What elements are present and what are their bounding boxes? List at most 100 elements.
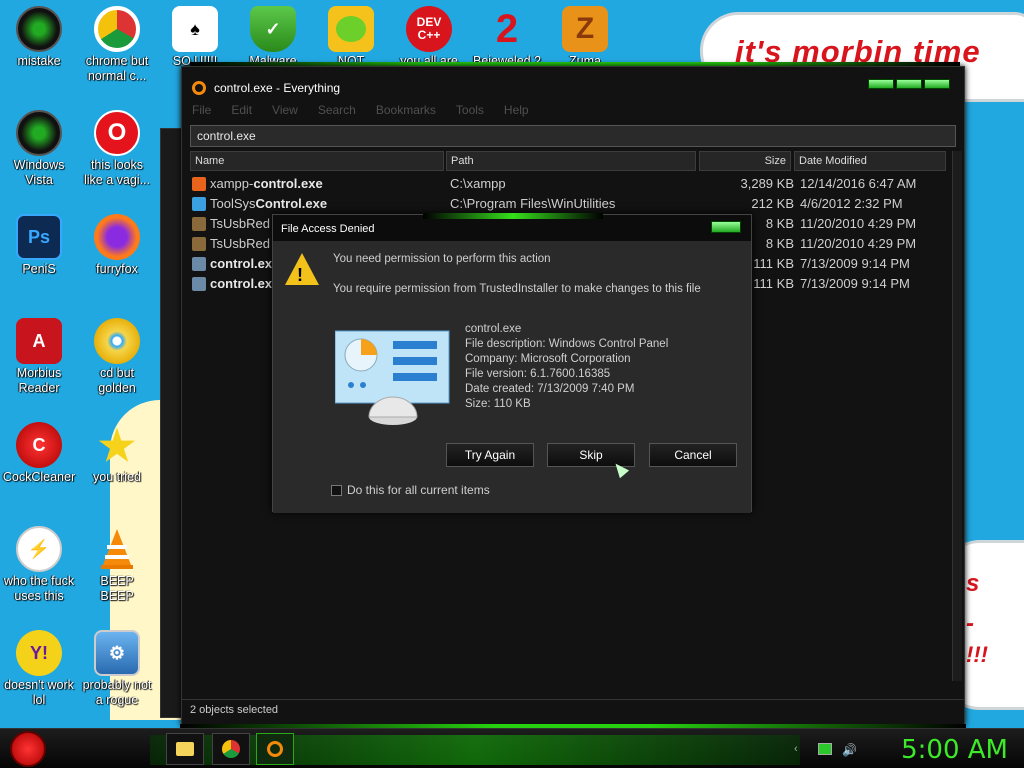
- playing-card-icon: ♠: [172, 6, 218, 52]
- column-header-date[interactable]: Date Modified: [794, 151, 946, 171]
- desktop-icon-chrome[interactable]: chrome but normal c...: [78, 6, 156, 84]
- column-header-size[interactable]: Size: [699, 151, 791, 171]
- desktop-icon-you-tried[interactable]: ★ you tried: [78, 422, 156, 485]
- result-row[interactable]: ToolSysControl.exe C:\Program Files\WinU…: [190, 194, 958, 214]
- gear-monitor-icon: ⚙: [94, 630, 140, 676]
- desktop-icon-cd-golden[interactable]: cd but golden: [78, 318, 156, 396]
- desktop-icon-dev-cpp[interactable]: DEV C++ you all are: [390, 6, 468, 69]
- row-name: control.ex: [210, 256, 272, 271]
- dialog-message: You need permission to perform this acti…: [333, 253, 551, 265]
- desktop-icon-doesnt-work[interactable]: Y! doesn't work lol: [0, 630, 78, 708]
- file-access-denied-dialog[interactable]: File Access Denied ! You need permission…: [272, 213, 752, 513]
- control-panel-icon: [334, 329, 451, 425]
- menu-bookmarks[interactable]: Bookmarks: [376, 103, 436, 117]
- desktop-icon-probably-not-rogue[interactable]: ⚙ probably not a rogue: [78, 630, 156, 708]
- icon-label: mistake: [17, 54, 61, 68]
- row-size: 8 KB: [765, 216, 794, 231]
- desktop-icon-cockcleaner[interactable]: C CockCleaner: [0, 422, 78, 485]
- do-for-all-checkbox[interactable]: [331, 485, 342, 496]
- green-orb-icon: [16, 6, 62, 52]
- menu-bar: File Edit View Search Bookmarks Tools He…: [192, 103, 529, 117]
- window-titlebar[interactable]: control.exe - Everything: [192, 77, 340, 99]
- desktop-icon-mistake[interactable]: mistake: [0, 6, 78, 69]
- warning-exclamation: !: [297, 265, 303, 285]
- row-name: ToolSysControl.exe: [210, 196, 327, 211]
- file-description: File description: Windows Control Panel: [465, 338, 669, 350]
- minimize-button[interactable]: [868, 79, 894, 89]
- desktop-icon-bejeweled[interactable]: 2 Bejeweled 2: [468, 6, 546, 69]
- taskbar-everything-button[interactable]: [256, 733, 294, 765]
- shield-icon: ✓: [250, 6, 296, 52]
- desktop-icon-who-uses-this[interactable]: ⚡ who the fuck uses this: [0, 526, 78, 604]
- file-company: Company: Microsoft Corporation: [465, 353, 631, 365]
- dialog-accent: [423, 213, 603, 219]
- start-button-angry-bird-icon[interactable]: [10, 731, 46, 767]
- window-controls: [868, 79, 950, 89]
- desktop-icon-vlc[interactable]: BEEP BEEP: [78, 526, 156, 604]
- desktop-icon-photoshop[interactable]: Ps PeniS: [0, 214, 78, 277]
- vertical-scrollbar[interactable]: [952, 151, 962, 681]
- menu-edit[interactable]: Edit: [231, 103, 252, 117]
- name-prefix: ToolSys: [210, 196, 256, 211]
- desktop-icon-so-u[interactable]: ♠ SO U!!!!: [156, 6, 234, 69]
- desktop-icon-opera[interactable]: O this looks like a vagi...: [78, 110, 156, 188]
- desktop-icon-windows-vista[interactable]: Windows Vista: [0, 110, 78, 188]
- volume-icon[interactable]: 🔊: [842, 743, 857, 757]
- column-header-name[interactable]: Name: [190, 151, 444, 171]
- desktop-icon-malware[interactable]: ✓ Malware: [234, 6, 312, 69]
- close-button[interactable]: [924, 79, 950, 89]
- row-date: 12/14/2016 6:47 AM: [800, 176, 917, 191]
- dialog-close-button[interactable]: [711, 221, 741, 233]
- bejeweled-icon: 2: [495, 6, 519, 51]
- traffic-cone-icon: [94, 526, 140, 572]
- file-version: File version: 6.1.7600.16385: [465, 368, 611, 380]
- background-window-edge: [160, 128, 182, 718]
- maximize-button[interactable]: [896, 79, 922, 89]
- icon-label: Windows Vista: [13, 158, 65, 187]
- zuma-icon: Z: [562, 6, 608, 52]
- desktop-icon-zuma[interactable]: Z Zuma: [546, 6, 624, 69]
- angry-pig-icon: [328, 6, 374, 52]
- folder-icon: [176, 742, 194, 756]
- menu-search[interactable]: Search: [318, 103, 356, 117]
- xampp-icon: [192, 177, 206, 191]
- search-magnifier-icon: [267, 741, 283, 757]
- search-input[interactable]: control.exe: [190, 125, 956, 147]
- name-prefix: xampp-: [210, 176, 254, 191]
- icon-label: probably not a rogue: [82, 678, 152, 707]
- taskbar: ‹ 🔊 5:00 AM: [0, 728, 1024, 768]
- menu-view[interactable]: View: [272, 103, 298, 117]
- icon-label: Morbius Reader: [16, 366, 62, 395]
- file-size: Size: 110 KB: [465, 398, 531, 410]
- search-magnifier-icon: [192, 81, 206, 95]
- taskbar-clock[interactable]: 5:00 AM: [901, 735, 1008, 765]
- chrome-icon: [222, 740, 240, 758]
- desktop-icon-morbius-reader[interactable]: A Morbius Reader: [0, 318, 78, 396]
- menu-help[interactable]: Help: [504, 103, 529, 117]
- tray-chevron-icon[interactable]: ‹: [794, 743, 808, 755]
- row-size: 212 KB: [751, 196, 794, 211]
- taskbar-chrome-button[interactable]: [212, 733, 250, 765]
- desktop-icon-furryfox[interactable]: furryfox: [78, 214, 156, 277]
- row-size: 111 KB: [753, 256, 794, 271]
- dialog-detail: You require permission from TrustedInsta…: [333, 283, 701, 295]
- lightning-icon: ⚡: [16, 526, 62, 572]
- row-date: 7/13/2009 9:14 PM: [800, 256, 910, 271]
- chrome-icon: [94, 6, 140, 52]
- name-match: Control.exe: [255, 196, 328, 211]
- icon-label: this looks like a vagi...: [83, 158, 150, 187]
- opera-icon: O: [94, 110, 140, 156]
- yahoo-messenger-icon: Y!: [16, 630, 62, 676]
- cancel-button[interactable]: Cancel: [649, 443, 737, 467]
- column-header-path[interactable]: Path: [446, 151, 696, 171]
- network-icon[interactable]: [818, 743, 832, 755]
- icon-label: cd but golden: [98, 366, 136, 395]
- menu-tools[interactable]: Tools: [456, 103, 484, 117]
- result-row[interactable]: xampp-control.exe C:\xampp 3,289 KB 12/1…: [190, 174, 958, 194]
- dev-cpp-icon: DEV C++: [406, 6, 452, 52]
- try-again-button[interactable]: Try Again: [446, 443, 534, 467]
- menu-file[interactable]: File: [192, 103, 211, 117]
- photoshop-icon: Ps: [16, 214, 62, 260]
- desktop-icon-not[interactable]: NOT: [312, 6, 390, 69]
- taskbar-explorer-button[interactable]: [166, 733, 204, 765]
